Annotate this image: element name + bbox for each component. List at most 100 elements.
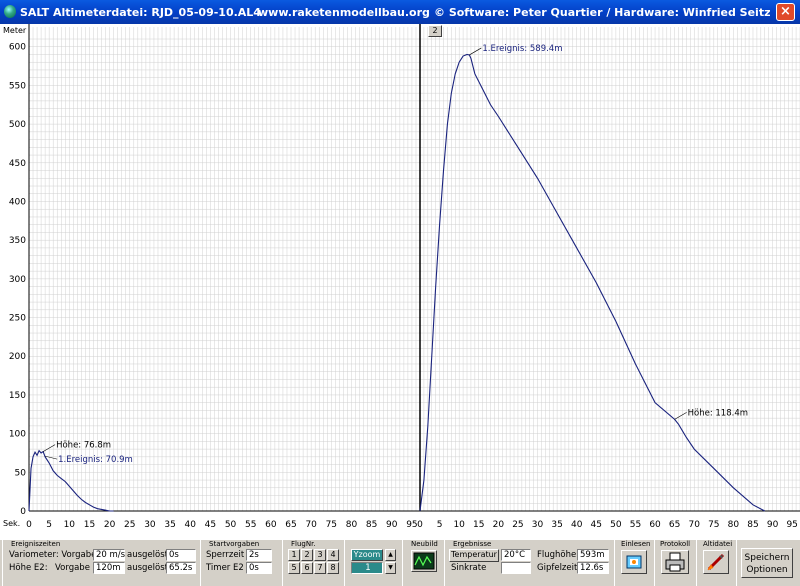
- x-tick-label: 75: [708, 520, 719, 530]
- control-panel: Ereigniszeiten Variometer: Vorgabe 20 m/…: [0, 540, 800, 586]
- flug-2-button[interactable]: 2: [301, 549, 313, 561]
- annotation-label: 1.Ereignis: 70.9m: [58, 455, 133, 465]
- x-tick-label: 80: [346, 520, 358, 530]
- altidatei-button[interactable]: [703, 550, 729, 574]
- x-tick-label: 90: [767, 520, 779, 530]
- variometer-vorgabe-field[interactable]: 20 m/s: [93, 549, 125, 561]
- y-tick-label: 600: [9, 43, 26, 53]
- x-tick-label: 30: [532, 520, 544, 530]
- neubild-title: Neubild: [411, 540, 438, 548]
- x-tick-label: 25: [512, 520, 523, 530]
- optionen-label: Optionen: [746, 565, 788, 575]
- hoehe-vorgabe-field[interactable]: 120m: [93, 562, 125, 574]
- flug-5-button[interactable]: 5: [288, 562, 300, 574]
- protokoll-button[interactable]: [661, 550, 689, 574]
- x-tick-label: 25: [124, 520, 135, 530]
- x-tick-label: 10: [453, 520, 465, 530]
- x-tick-label: 0: [26, 520, 32, 530]
- sperrzeit-label: Sperrzeit: [206, 550, 245, 560]
- printer-icon: [665, 552, 685, 572]
- yzoom-up-button[interactable]: ▲: [385, 549, 396, 561]
- y-tick-label: 50: [15, 468, 27, 478]
- x-tick-label: 50: [225, 520, 237, 530]
- window-title: SALT Altimeterdatei: RJD_05-09-10.AL4: [20, 6, 261, 19]
- gipfelzeit-label: Gipfelzeit: [537, 563, 578, 573]
- group-ergebnisse: Ergebnisse Temperatur 20°C Sinkrate Flug…: [444, 540, 613, 586]
- x-tick-label: 70: [305, 520, 317, 530]
- x-tick-label: 15: [473, 520, 484, 530]
- y-tick-label: 500: [9, 120, 26, 130]
- annotation-label: Höhe: 118.4m: [688, 408, 748, 418]
- hoehe-e2-label: Höhe E2:: [9, 563, 48, 573]
- y-tick-label: 100: [9, 430, 26, 440]
- x-tick-label: 70: [689, 520, 701, 530]
- x-tick-label: 10: [64, 520, 76, 530]
- x-tick-label: 0: [417, 520, 423, 530]
- x-tick-label: 50: [610, 520, 622, 530]
- group-flugnr: FlugNr. 1 2 3 4 5 6 7 8: [282, 540, 343, 586]
- x-tick-label: 95: [406, 520, 417, 530]
- copyright-label: © Software: Peter Quartier / Hardware: W…: [434, 6, 771, 19]
- yzoom-down-button[interactable]: ▼: [385, 562, 396, 574]
- panel-marker-button[interactable]: 2: [428, 25, 442, 37]
- flug-3-button[interactable]: 3: [314, 549, 326, 561]
- app-icon: [4, 5, 16, 18]
- flugnr-title: FlugNr.: [291, 540, 316, 548]
- protokoll-title: Protokoll: [660, 540, 691, 548]
- startvorgaben-title: Startvorgaben: [209, 540, 260, 548]
- yzoom-value[interactable]: 1: [351, 562, 383, 574]
- timer-e2-label: Timer E2: [206, 563, 244, 573]
- x-tick-label: 35: [551, 520, 562, 530]
- altidatei-title: Altidatei: [703, 540, 733, 548]
- group-ereigniszeiten: Ereigniszeiten Variometer: Vorgabe 20 m/…: [2, 540, 199, 586]
- einlesen-title: Einlesen: [621, 540, 651, 548]
- read-data-icon: [626, 555, 642, 569]
- oscilloscope-icon: [413, 552, 435, 570]
- x-tick-label: 60: [649, 520, 661, 530]
- x-tick-label: 55: [245, 520, 256, 530]
- x-tick-label: 20: [104, 520, 116, 530]
- y-tick-label: 200: [9, 352, 26, 362]
- title-bar: SALT Altimeterdatei: RJD_05-09-10.AL4 ww…: [0, 0, 800, 24]
- flug-8-button[interactable]: 8: [327, 562, 339, 574]
- neubild-button[interactable]: [411, 550, 437, 572]
- yzoom-button[interactable]: Yzoom: [351, 549, 383, 561]
- annotation-label: Höhe: 76.8m: [56, 441, 111, 451]
- flug-7-button[interactable]: 7: [314, 562, 326, 574]
- flug-4-button[interactable]: 4: [327, 549, 339, 561]
- flug-1-button[interactable]: 1: [288, 549, 300, 561]
- altitude-chart: 0501001502002503003504004505005506000 5 10…: [9, 24, 800, 530]
- x-tick-label: 35: [164, 520, 175, 530]
- x-tick-label: 45: [591, 520, 602, 530]
- x-tick-label: 95: [786, 520, 797, 530]
- group-startvorgaben: Startvorgaben Sperrzeit 2s Timer E2 0s: [200, 540, 281, 586]
- grid-lines: [28, 27, 800, 512]
- x-tick-label: 20: [493, 520, 505, 530]
- x-tick-label: 5: [437, 520, 443, 530]
- sperrzeit-field[interactable]: 2s: [246, 549, 272, 561]
- group-protokoll: Protokoll: [654, 540, 695, 586]
- x-tick-label: 40: [571, 520, 583, 530]
- variometer-ausgeloest-field: 0s: [166, 549, 196, 561]
- flug-6-button[interactable]: 6: [301, 562, 313, 574]
- y-tick-label: 550: [9, 81, 26, 91]
- hoehe-ausgeloest-field: 65.2s: [166, 562, 196, 574]
- ereigniszeiten-title: Ereigniszeiten: [11, 540, 61, 548]
- y-tick-label: 150: [9, 391, 26, 401]
- temperatur-button[interactable]: Temperatur: [449, 549, 499, 562]
- x-tick-label: 85: [366, 520, 377, 530]
- speichern-label: Speichern: [744, 553, 790, 563]
- timer-e2-field[interactable]: 0s: [246, 562, 272, 574]
- axes: [28, 24, 800, 512]
- group-yzoom: Yzoom ▲ 1 ▼: [344, 540, 401, 586]
- einlesen-button[interactable]: [621, 550, 647, 574]
- y-tick-label: 300: [9, 275, 26, 285]
- x-tick-label: 5: [46, 520, 52, 530]
- flughoehe-label: Flughöhe: [537, 550, 577, 560]
- speichern-button[interactable]: Speichern Optionen: [741, 548, 793, 578]
- close-button[interactable]: ×: [776, 3, 795, 21]
- annotation-label: 1.Ereignis: 589.4m: [482, 44, 562, 54]
- x-tick-label: 60: [265, 520, 277, 530]
- gipfelzeit-field: 12.6s: [577, 562, 609, 574]
- website-label: www.raketenmodellbau.org: [258, 6, 430, 19]
